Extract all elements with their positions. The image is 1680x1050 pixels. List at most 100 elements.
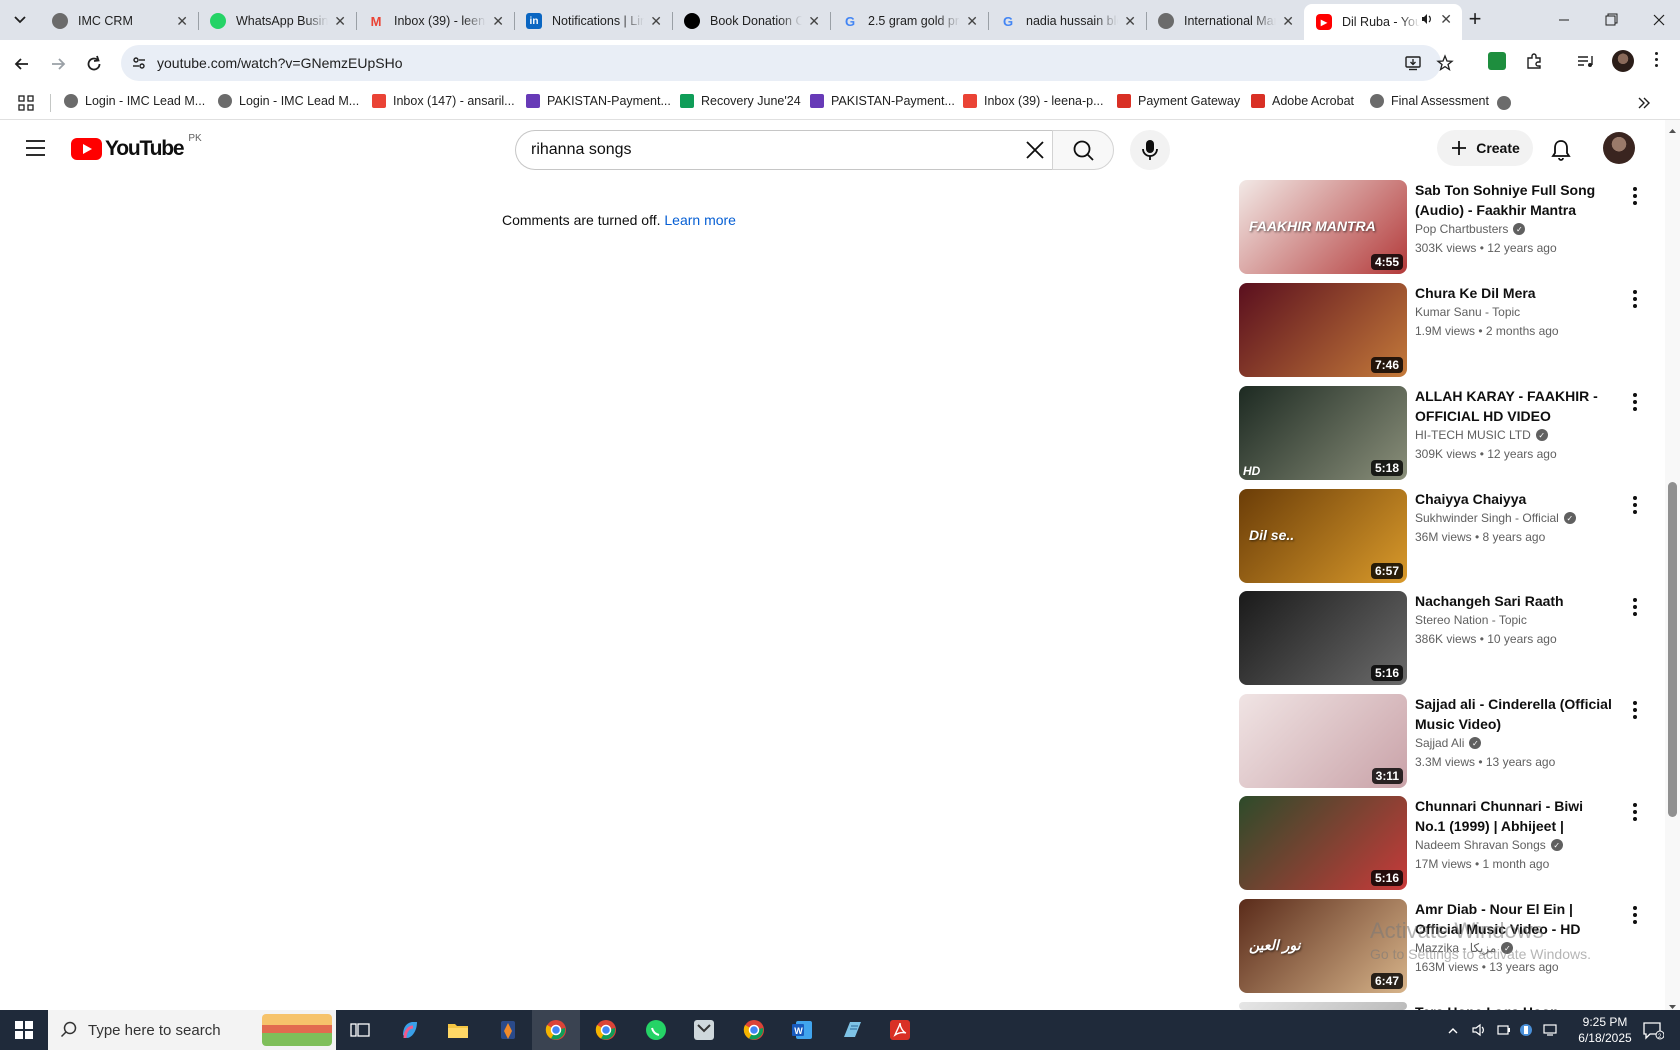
task-view-icon[interactable]	[336, 1010, 384, 1050]
battery-icon[interactable]	[1496, 1023, 1512, 1037]
browser-tab[interactable]: Book Donation Campaign ✕	[672, 6, 830, 36]
close-window-button[interactable]	[1645, 10, 1673, 30]
video-title[interactable]: Chura Ke Dil Mera	[1415, 283, 1615, 303]
browser-tab[interactable]: ▶ Dil Ruba - YouTube ✕	[1304, 4, 1462, 40]
recommended-video[interactable]: Dil se.. 6:57 Chaiyya Chaiyya Sukhwinder Si…	[1239, 489, 1639, 585]
recommended-video[interactable]: 5:16 Chunnari Chunnari - Biwi No.1 (1999)…	[1239, 796, 1639, 892]
recommended-video[interactable]: FAAKHIR MANTRA 4:55 Sab Ton Sohniye Full S…	[1239, 180, 1639, 276]
channel-name[interactable]: HI-TECH MUSIC LTD ✓	[1415, 428, 1548, 442]
channel-name[interactable]: Kumar Sanu - Topic	[1415, 305, 1520, 319]
bookmark-item[interactable]: Login - IMC Lead M...	[64, 94, 205, 108]
video-thumbnail[interactable]: Dil se.. 6:57	[1239, 489, 1407, 583]
apps-grid-icon[interactable]	[18, 95, 34, 111]
tab-close-icon[interactable]: ✕	[1440, 11, 1452, 28]
video-title[interactable]: Sajjad ali - Cinderella (Official Music …	[1415, 694, 1615, 734]
taskbar-search-box[interactable]: Type here to search	[48, 1010, 336, 1050]
recommended-video[interactable]: 7:46 Chura Ke Dil Mera Kumar Sanu - Topic 1…	[1239, 283, 1639, 379]
tab-search-icon[interactable]	[8, 10, 32, 30]
tray-chevron-icon[interactable]	[1447, 1024, 1459, 1036]
bookmark-item[interactable]: Final Assessment	[1370, 94, 1489, 108]
tab-close-icon[interactable]: ✕	[966, 13, 978, 30]
video-title[interactable]: Nachangeh Sari Raath	[1415, 591, 1615, 611]
bookmark-item[interactable]: Adobe Acrobat	[1251, 94, 1354, 108]
search-button[interactable]	[1052, 130, 1114, 170]
scrollbar-thumb[interactable]	[1668, 482, 1677, 817]
notepad-icon[interactable]	[828, 1010, 876, 1050]
extensions-puzzle-icon[interactable]	[1524, 51, 1544, 71]
video-title[interactable]: Chunnari Chunnari - Biwi No.1 (1999) | A…	[1415, 796, 1615, 836]
more-actions-icon[interactable]	[1625, 597, 1645, 617]
bookmark-item[interactable]: PAKISTAN-Payment...	[810, 94, 955, 108]
video-thumbnail[interactable]: 3:11	[1239, 694, 1407, 788]
install-app-icon[interactable]	[1404, 54, 1422, 72]
new-tab-button[interactable]: +	[1462, 8, 1488, 32]
bookmark-star-icon[interactable]	[1436, 54, 1454, 72]
media-controls-icon[interactable]	[1575, 51, 1595, 71]
address-bar[interactable]: youtube.com/watch?v=GNemzEUpSHo	[121, 45, 1454, 81]
notification-center-icon[interactable]: 2	[1642, 1021, 1665, 1041]
channel-name[interactable]: Nadeem Shravan Songs ✓	[1415, 838, 1563, 852]
browser-tab[interactable]: G 2.5 gram gold price ✕	[830, 6, 988, 36]
extension-icon[interactable]	[1488, 52, 1506, 70]
more-actions-icon[interactable]	[1625, 495, 1645, 515]
recommended-video[interactable]: 3:11 Sajjad ali - Cinderella (Official Mu…	[1239, 694, 1639, 790]
weather-icon[interactable]	[1518, 1022, 1534, 1038]
tab-close-icon[interactable]: ✕	[1124, 13, 1136, 30]
more-actions-icon[interactable]	[1625, 700, 1645, 720]
video-thumbnail[interactable]: 5:16	[1239, 591, 1407, 685]
browser-tab[interactable]: WhatsApp Business ✕	[198, 6, 356, 36]
more-actions-icon[interactable]	[1625, 392, 1645, 412]
tab-close-icon[interactable]: ✕	[808, 13, 820, 30]
forward-button[interactable]	[46, 52, 70, 76]
whatsapp-taskbar-icon[interactable]	[632, 1010, 680, 1050]
browser-tab[interactable]: M Inbox (39) - leena ✕	[356, 6, 514, 36]
channel-name[interactable]: Pop Chartbusters ✓	[1415, 222, 1526, 236]
chrome-taskbar-icon[interactable]	[582, 1010, 630, 1050]
video-thumbnail[interactable]	[1239, 1002, 1407, 1010]
video-thumbnail[interactable]: 5:16	[1239, 796, 1407, 890]
channel-name[interactable]: Sukhwinder Singh - Official ✓	[1415, 511, 1576, 525]
video-title[interactable]: ALLAH KARAY - FAAKHIR - OFFICIAL HD VIDE…	[1415, 386, 1615, 426]
network-icon[interactable]	[1542, 1023, 1558, 1037]
voice-search-button[interactable]	[1130, 130, 1170, 170]
volume-icon[interactable]	[1471, 1022, 1487, 1038]
tab-close-icon[interactable]: ✕	[650, 13, 662, 30]
back-button[interactable]	[10, 52, 34, 76]
browser-menu-icon[interactable]	[1652, 52, 1660, 72]
channel-name[interactable]: Stereo Nation - Topic	[1415, 613, 1527, 627]
recommended-video[interactable]: 5:16 Nachangeh Sari Raath Stereo Nation - …	[1239, 591, 1639, 687]
profile-avatar[interactable]	[1612, 50, 1634, 72]
browser-tab[interactable]: Gnadia hussain blog ✕	[988, 6, 1146, 36]
tab-audio-icon[interactable]	[1420, 12, 1434, 26]
windows-start-icon[interactable]	[0, 1010, 48, 1050]
video-thumbnail[interactable]: FAAKHIR MANTRA 4:55	[1239, 180, 1407, 274]
chrome-taskbar-icon-active[interactable]	[532, 1010, 580, 1050]
more-actions-icon[interactable]	[1625, 289, 1645, 309]
clear-search-icon[interactable]	[1024, 139, 1046, 161]
tab-close-icon[interactable]: ✕	[492, 13, 504, 30]
browser-tab[interactable]: in Notifications | LinkedIn ✕	[514, 6, 672, 36]
more-actions-icon[interactable]	[1625, 802, 1645, 822]
search-input-container[interactable]	[515, 130, 1052, 170]
browser-tab[interactable]: International Marketing ✕	[1146, 6, 1304, 36]
video-title[interactable]: Chaiyya Chaiyya	[1415, 489, 1615, 509]
word-icon[interactable]: W	[778, 1010, 826, 1050]
acrobat-taskbar-icon[interactable]	[876, 1010, 924, 1050]
copilot-icon[interactable]	[386, 1010, 434, 1050]
clock-display[interactable]: 9:25 PM 6/18/2025	[1572, 1014, 1638, 1046]
search-input[interactable]	[531, 139, 971, 161]
recommended-video[interactable]: HD 5:18 ALLAH KARAY - FAAKHIR - OFFICIAL H…	[1239, 386, 1639, 482]
learn-more-link[interactable]: Learn more	[664, 212, 736, 228]
account-avatar[interactable]	[1603, 132, 1635, 164]
page-scrollbar[interactable]	[1665, 120, 1680, 1010]
scroll-up-arrow[interactable]	[1668, 122, 1677, 133]
youtube-logo[interactable]: YouTube PK	[71, 133, 202, 161]
clock-app-icon[interactable]	[680, 1010, 728, 1050]
bookmark-item[interactable]: Recovery June'24	[680, 94, 801, 108]
channel-name[interactable]: Sajjad Ali ✓	[1415, 736, 1482, 750]
tab-close-icon[interactable]: ✕	[1282, 13, 1294, 30]
bookmark-item[interactable]: PAKISTAN-Payment...	[526, 94, 671, 108]
create-button[interactable]: Create	[1437, 130, 1533, 166]
video-title[interactable]: Sab Ton Sohniye Full Song (Audio) - Faak…	[1415, 180, 1615, 220]
app-icon-orange[interactable]	[484, 1010, 532, 1050]
